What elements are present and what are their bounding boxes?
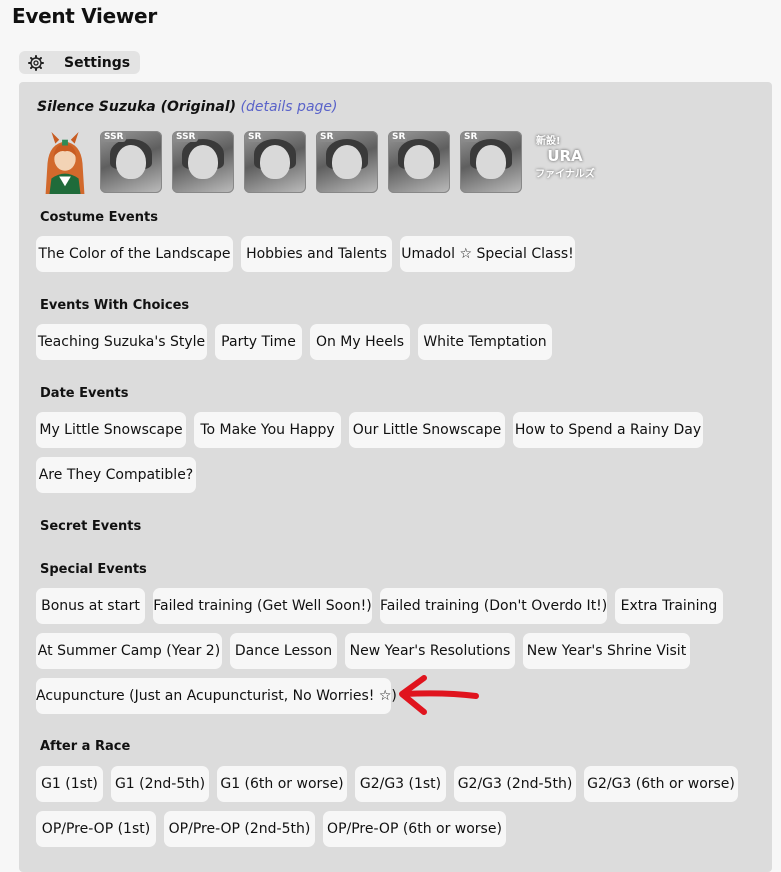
section-events-with-choices: Events With Choices	[40, 298, 190, 313]
section-after-a-race: After a Race	[40, 739, 131, 754]
support-card-6[interactable]: SR	[460, 131, 522, 193]
section-date-events: Date Events	[40, 386, 129, 401]
section-special-events: Special Events	[40, 562, 147, 577]
event-chip[interactable]: OP/Pre-OP (6th or worse)	[323, 811, 506, 847]
event-chip[interactable]: New Year's Resolutions	[345, 633, 515, 669]
event-chip[interactable]: Extra Training	[615, 588, 723, 624]
event-chip[interactable]: OP/Pre-OP (1st)	[36, 811, 156, 847]
character-name: Silence Suzuka (Original)	[37, 99, 237, 115]
section-secret-events: Secret Events	[40, 519, 142, 534]
event-chip[interactable]: Acupuncture (Just an Acupuncturist, No W…	[36, 678, 397, 714]
event-chip[interactable]: Failed training (Don't Overdo It!)	[380, 588, 607, 624]
rarity-badge: SR	[246, 132, 264, 142]
event-chip[interactable]: G2/G3 (6th or worse)	[584, 766, 738, 802]
card-face	[116, 145, 146, 179]
event-chip[interactable]: Are They Compatible?	[36, 457, 196, 493]
card-face	[332, 145, 362, 179]
support-card-3[interactable]: SR	[244, 131, 306, 193]
event-chip[interactable]: How to Spend a Rainy Day	[513, 412, 703, 448]
event-chip[interactable]: Bonus at start	[36, 588, 145, 624]
event-chip[interactable]: G1 (1st)	[36, 766, 103, 802]
page-title: Event Viewer	[12, 4, 157, 28]
support-card-4[interactable]: SR	[316, 131, 378, 193]
event-chip[interactable]: White Temptation	[418, 324, 552, 360]
event-chip[interactable]: Hobbies and Talents	[241, 236, 392, 272]
support-card-1[interactable]: SSR	[100, 131, 162, 193]
details-page-link[interactable]: (details page)	[241, 99, 338, 115]
rarity-badge: SSR	[174, 132, 198, 142]
support-card-5[interactable]: SR	[388, 131, 450, 193]
event-chip[interactable]: My Little Snowscape	[36, 412, 186, 448]
red-arrow-annotation	[399, 675, 479, 715]
event-chip[interactable]: G2/G3 (1st)	[355, 766, 446, 802]
scenario-badge[interactable]: 新設! URA ファイナルズ	[530, 132, 600, 192]
event-chip[interactable]: G1 (6th or worse)	[217, 766, 347, 802]
event-chip[interactable]: To Make You Happy	[194, 412, 341, 448]
event-chip[interactable]: Umadol ☆ Special Class!	[400, 236, 575, 272]
event-chip[interactable]: The Color of the Landscape	[36, 236, 233, 272]
rarity-badge: SSR	[102, 132, 126, 142]
scenario-line-1: 新設!	[536, 136, 561, 147]
event-chip[interactable]: Our Little Snowscape	[349, 412, 505, 448]
rarity-badge: SR	[462, 132, 480, 142]
support-card-2[interactable]: SSR	[172, 131, 234, 193]
gear-icon	[28, 54, 44, 71]
section-costume-events: Costume Events	[40, 210, 158, 225]
event-chip[interactable]: Teaching Suzuka's Style	[36, 324, 207, 360]
event-chip[interactable]: OP/Pre-OP (2nd-5th)	[164, 811, 315, 847]
event-chip[interactable]: Dance Lesson	[230, 633, 337, 669]
rarity-badge: SR	[318, 132, 336, 142]
settings-button[interactable]: Settings	[19, 51, 140, 74]
settings-label: Settings	[64, 54, 131, 71]
event-chip[interactable]: Failed training (Get Well Soon!)	[153, 588, 372, 624]
event-chip[interactable]: New Year's Shrine Visit	[523, 633, 690, 669]
event-chip[interactable]: Party Time	[215, 324, 302, 360]
scenario-line-2: URA	[547, 147, 583, 165]
character-line: Silence Suzuka (Original) (details page)	[37, 99, 337, 115]
event-chip[interactable]: On My Heels	[310, 324, 410, 360]
character-portrait[interactable]	[33, 130, 97, 194]
card-face	[476, 145, 506, 179]
rarity-badge: SR	[390, 132, 408, 142]
event-chip[interactable]: G1 (2nd-5th)	[111, 766, 209, 802]
card-face	[188, 145, 218, 179]
scenario-line-3: ファイナルズ	[535, 169, 595, 180]
card-face	[260, 145, 290, 179]
event-chip[interactable]: At Summer Camp (Year 2)	[36, 633, 222, 669]
card-face	[404, 145, 434, 179]
event-chip[interactable]: G2/G3 (2nd-5th)	[454, 766, 576, 802]
